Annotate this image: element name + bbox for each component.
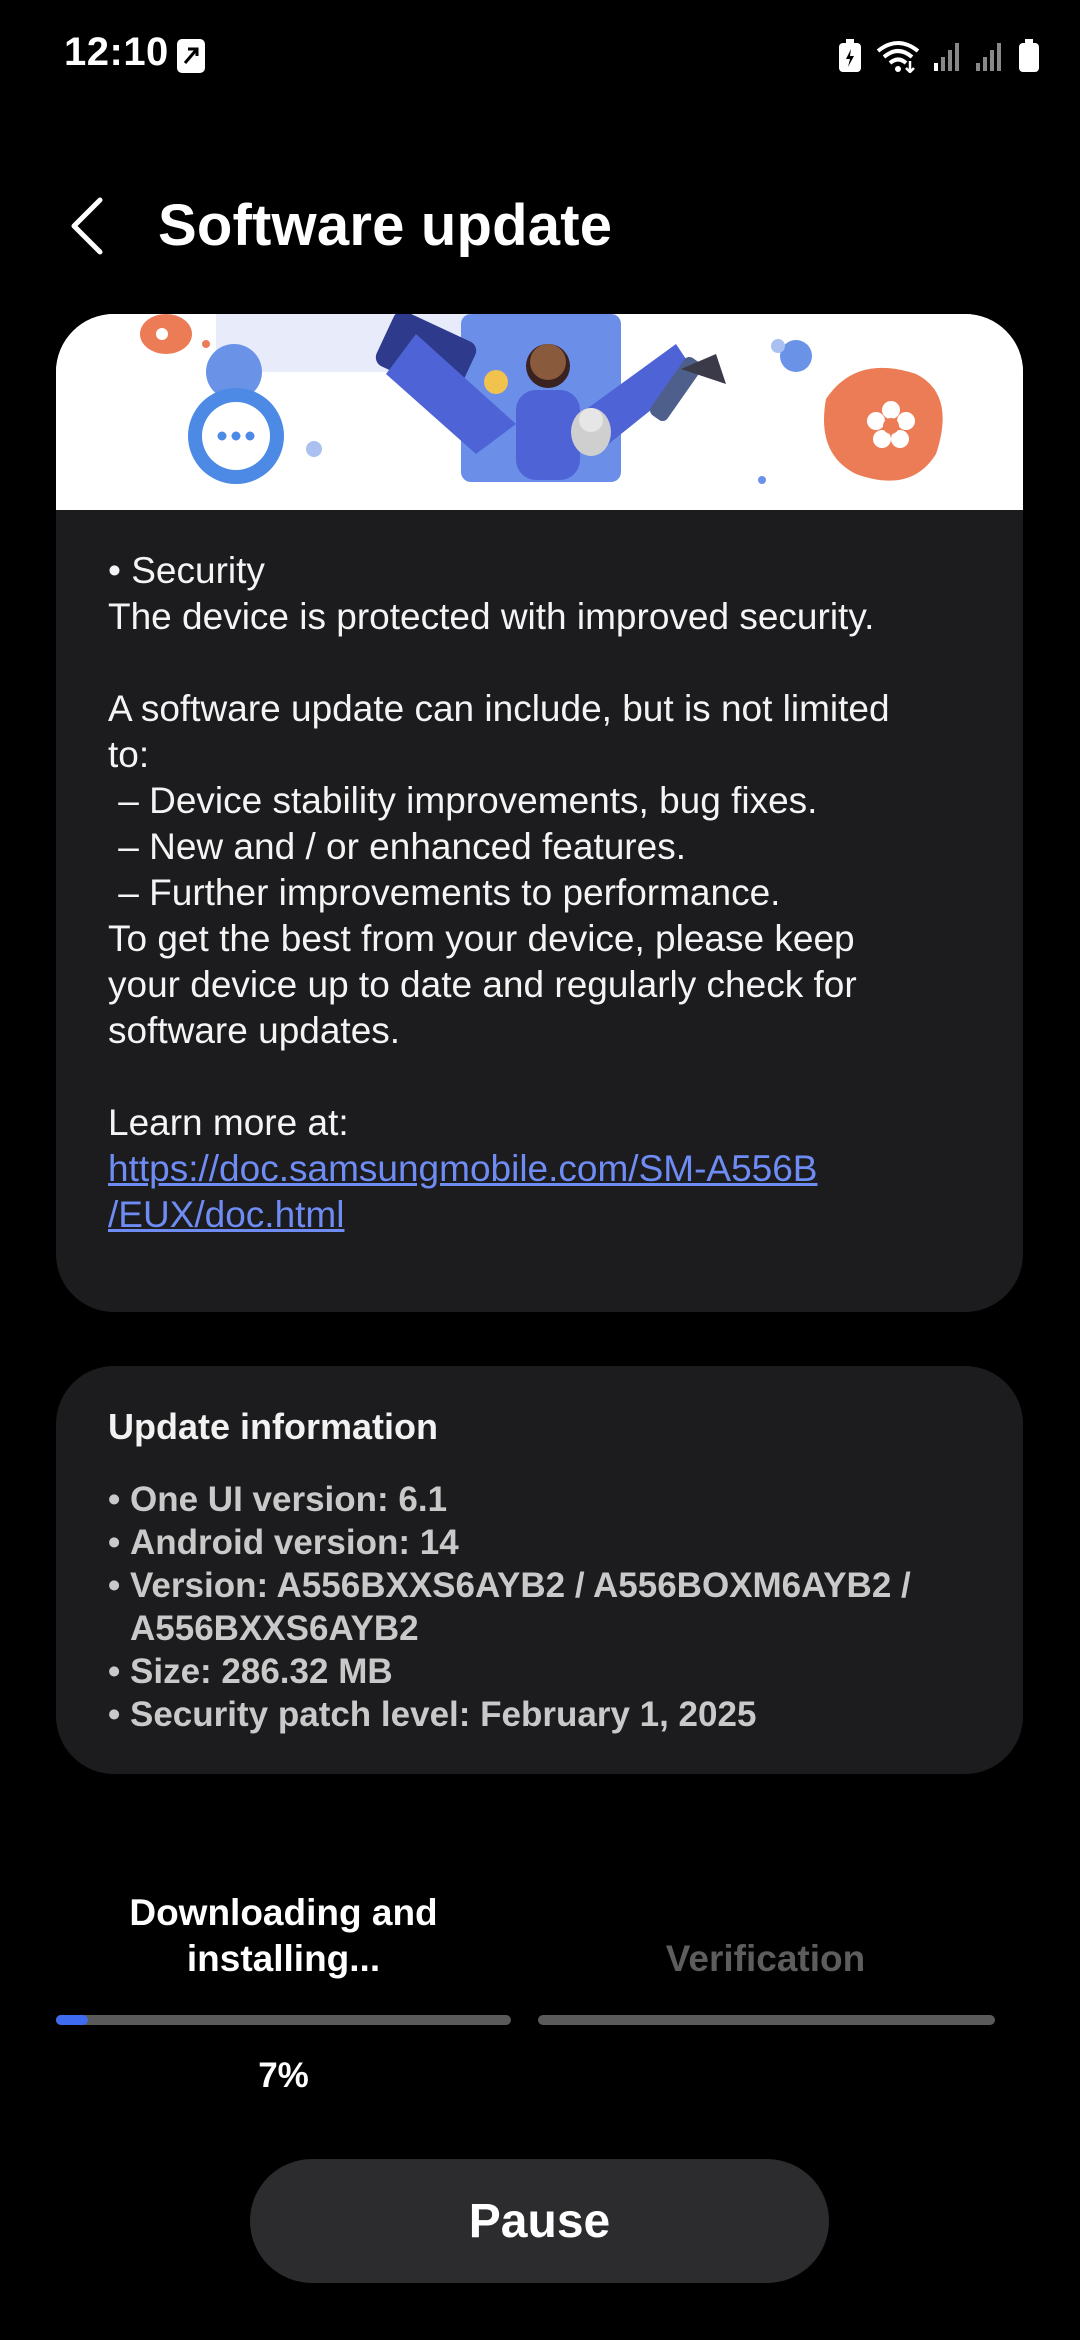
status-icons xyxy=(838,36,1040,76)
step-downloading-label: Downloading and installing... xyxy=(129,1892,438,1979)
notes-line: To get the best from your device, please… xyxy=(108,918,855,959)
chevron-left-icon[interactable] xyxy=(60,190,120,260)
notes-line: The device is protected with improved se… xyxy=(108,596,875,637)
notes-line: • Security xyxy=(108,550,265,591)
link-line-2[interactable]: /EUX/doc.html xyxy=(108,1194,344,1235)
notes-line: – Further improvements to performance. xyxy=(108,872,781,913)
download-progress-bar xyxy=(56,2015,511,2025)
nfc-icon xyxy=(177,39,205,73)
notes-line: software updates. xyxy=(108,1010,401,1051)
step-verification-label: Verification xyxy=(665,1938,866,1979)
notes-line: – New and / or enhanced features. xyxy=(108,826,686,867)
info-item-size: • Size: 286.32 MB xyxy=(108,1652,393,1691)
learn-more-link[interactable]: https://doc.samsungmobile.com/SM-A556B /… xyxy=(108,1146,998,1238)
page-title: Software update xyxy=(158,193,613,258)
notes-line: – Device stability improvements, bug fix… xyxy=(108,780,818,821)
wifi-icon xyxy=(876,41,920,73)
release-notes-text: • Security The device is protected with … xyxy=(108,548,998,1238)
hero-illustration xyxy=(56,314,1023,510)
info-item-android: • Android version: 14 xyxy=(108,1523,459,1562)
info-item-version: • Version: A556BXXS6AYB2 / A556BOXM6AYB2 … xyxy=(108,1566,911,1648)
info-item-security-patch: • Security patch level: February 1, 2025 xyxy=(108,1695,757,1734)
battery-icon xyxy=(1019,39,1039,72)
release-notes-card[interactable]: • Security The device is protected with … xyxy=(56,314,1023,1312)
pause-button[interactable]: Pause xyxy=(250,2159,829,2283)
link-line-1[interactable]: https://doc.samsungmobile.com/SM-A556B xyxy=(108,1148,818,1189)
progress-percent: 7% xyxy=(258,2056,309,2095)
notes-line: to: xyxy=(108,734,150,775)
update-info-list: • One UI version: 6.1 • Android version: 1… xyxy=(108,1478,998,1736)
app-header: Software update xyxy=(0,180,1080,270)
signal-icon xyxy=(976,43,1001,71)
update-info-card: Update information • One UI version: 6.1 … xyxy=(56,1366,1023,1774)
info-item-one-ui: • One UI version: 6.1 xyxy=(108,1480,448,1519)
status-bar: 12:10 xyxy=(0,0,1080,110)
verification-progress-bar xyxy=(538,2015,995,2025)
notes-line: your device up to date and regularly che… xyxy=(108,964,857,1005)
notes-line: A software update can include, but is no… xyxy=(108,688,890,729)
status-time: 12:10 xyxy=(64,30,169,74)
battery-saver-icon xyxy=(839,39,861,72)
update-info-title: Update information xyxy=(108,1406,438,1447)
signal-icon xyxy=(934,43,959,71)
learn-more-label: Learn more at: xyxy=(108,1102,349,1143)
download-progress-fill xyxy=(56,2015,88,2025)
